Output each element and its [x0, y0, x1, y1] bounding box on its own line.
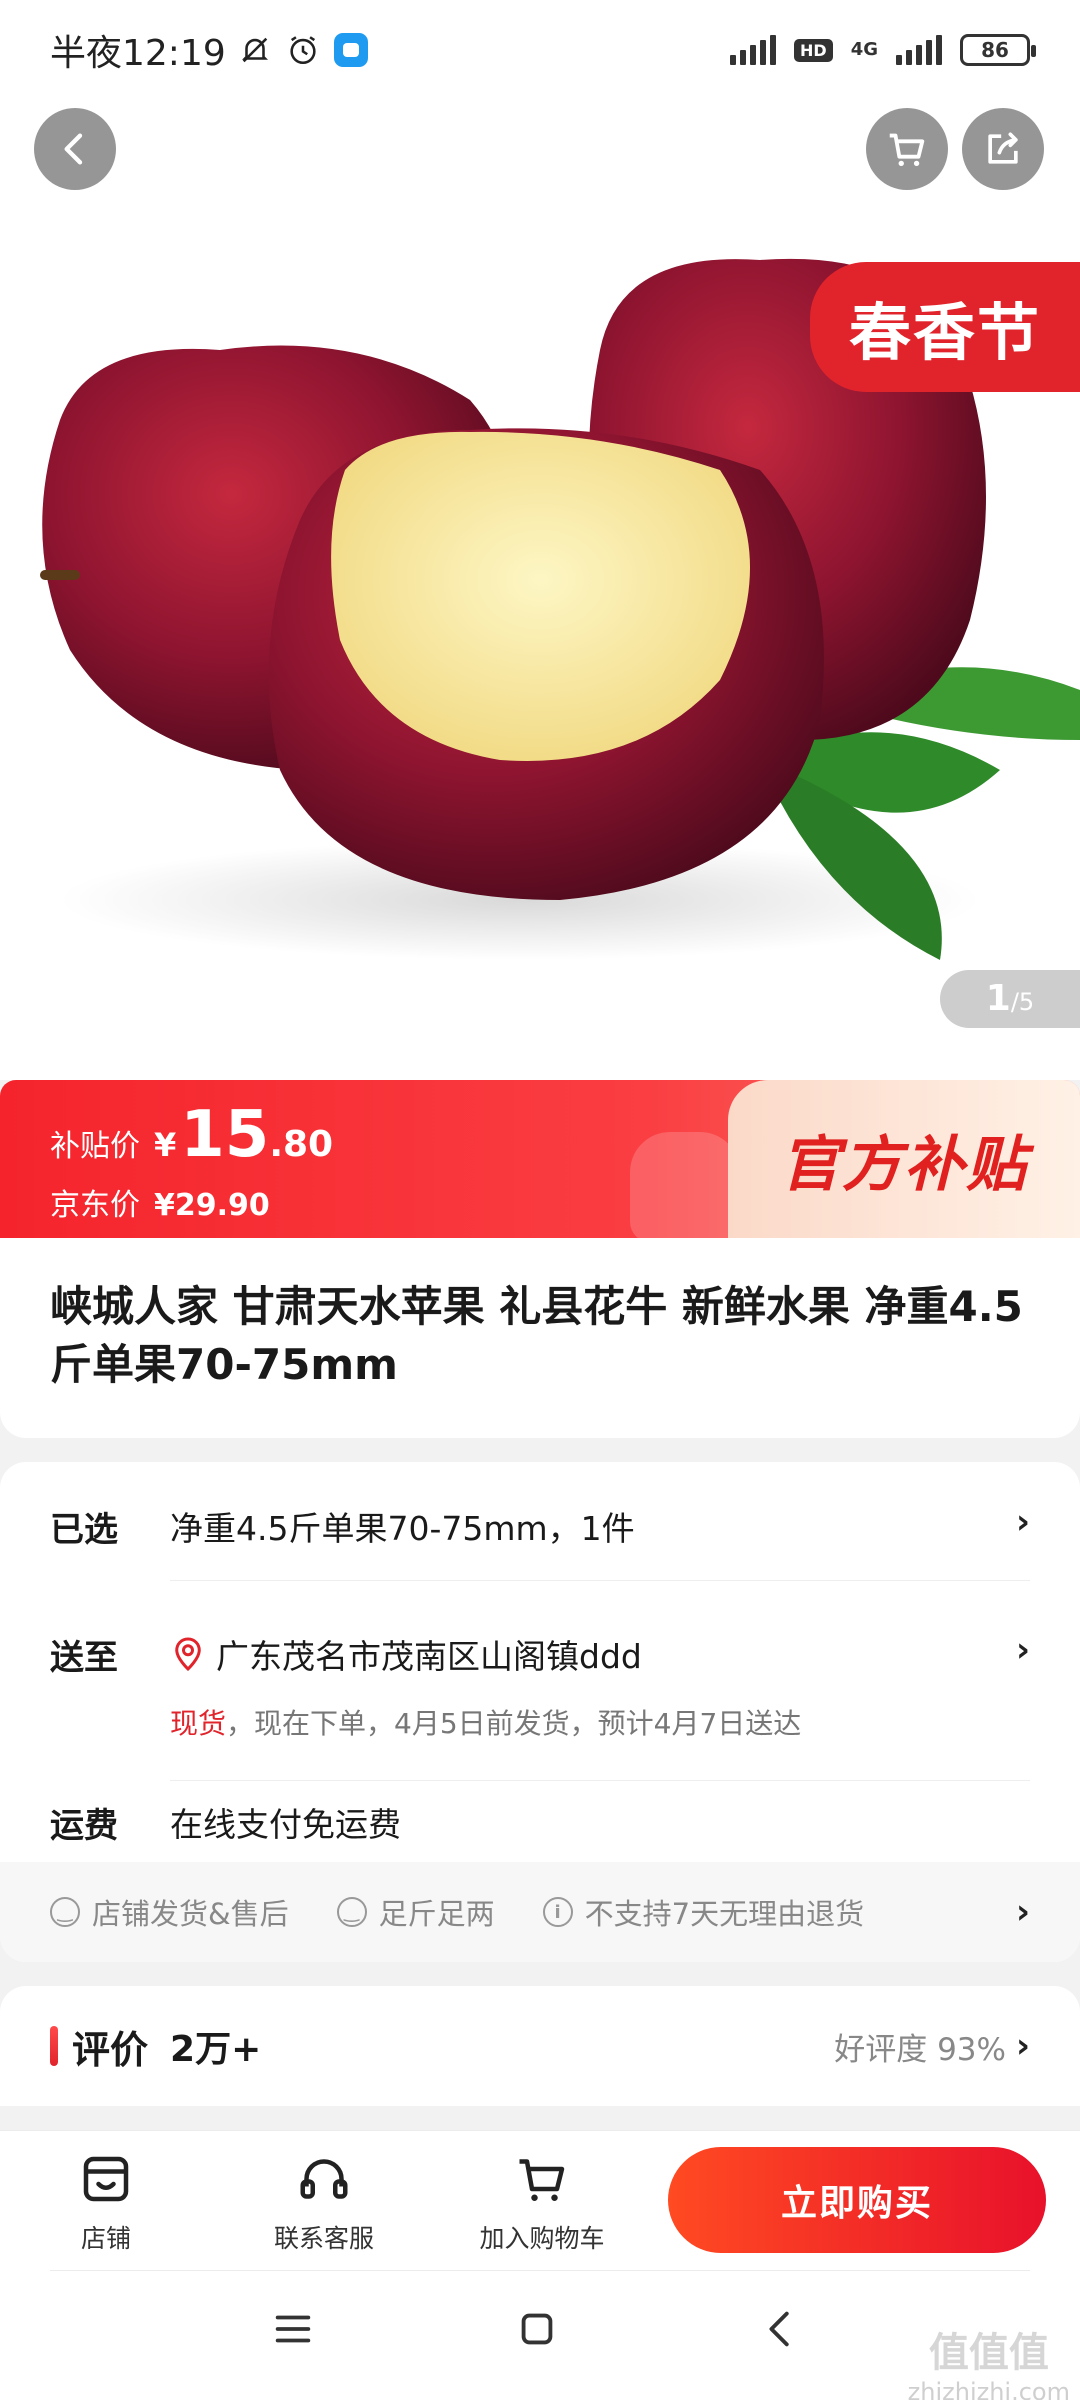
watermark-url: zhizhizhi.com: [907, 2378, 1070, 2400]
review-count: 2万+: [170, 2029, 262, 2070]
location-pin-icon: [175, 1637, 201, 1672]
status-time: 半夜12:19: [50, 33, 226, 74]
review-title: 评价: [72, 2027, 149, 2072]
chevron-right-icon: ›: [1015, 2026, 1030, 2066]
share-button[interactable]: [962, 108, 1044, 190]
cart-icon: [519, 2159, 565, 2201]
cart-button[interactable]: [866, 108, 948, 190]
section-accent-bar: [50, 2026, 58, 2066]
page-current: 1: [985, 978, 1011, 1019]
signal-icon-2: [896, 35, 942, 65]
spec-card: 已选 净重4.5斤单果70-75mm，1件 › 送至 广东茂名市茂南区山阁镇dd…: [0, 1462, 1080, 1962]
back-button[interactable]: [34, 108, 116, 190]
network-type: 4G: [850, 39, 878, 60]
battery-icon: 86: [960, 34, 1036, 66]
watermark: 值值值 zhizhizhi.com: [908, 2320, 1070, 2400]
promo-tag: 春香节: [810, 262, 1080, 392]
official-subsidy-badge: 官方补贴: [728, 1080, 1080, 1238]
cart-icon: [889, 133, 925, 167]
bottom-action-bar: 店铺 联系客服 加入购物车 立即购买: [0, 2130, 1080, 2270]
official-subsidy-text: 官方补贴: [780, 1129, 1028, 1200]
back-triangle-icon[interactable]: [758, 2306, 804, 2352]
store-button[interactable]: 店铺: [36, 2149, 176, 2255]
buy-now-button[interactable]: 立即购买: [668, 2147, 1046, 2253]
hd-badge: HD: [794, 38, 833, 62]
service-guarantees[interactable]: ‿ 店铺发货&售后 ‿ 足斤足两 i 不支持7天无理由退货 ›: [0, 1862, 1080, 1962]
battery-level: 86: [981, 38, 1009, 62]
store-icon: [83, 2156, 129, 2202]
alarm-clock-icon: [290, 36, 316, 65]
shipping-note: 现货，现在下单，4月5日前发货，预计4月7日送达: [170, 1702, 801, 1742]
product-title-card: 峡城人家 甘肃天水苹果 礼县花牛 新鲜水果 净重4.5斤单果70-75mm: [0, 1238, 1080, 1438]
currency-symbol: ¥: [154, 1126, 177, 1164]
mute-bell-icon: [241, 37, 268, 63]
watermark-cn: 值值值: [928, 2330, 1049, 2376]
money-bag-icon: [630, 1132, 740, 1238]
share-icon: [988, 132, 1018, 164]
customer-service-label: 联系客服: [273, 2224, 374, 2253]
subsidy-price-dec: .80: [269, 1124, 334, 1165]
subsidy-price-label: 补贴价: [50, 1129, 140, 1164]
shipping-estimate: ，现在下单，4月5日前发货，预计4月7日送达: [226, 1707, 802, 1740]
signal-icon: [730, 35, 777, 65]
service-item: i 不支持7天无理由退货: [542, 1891, 864, 1933]
selected-row[interactable]: 已选 净重4.5斤单果70-75mm，1件 ›: [50, 1502, 1030, 1551]
customer-service-button[interactable]: 联系客服: [254, 2149, 394, 2255]
menu-icon[interactable]: [270, 2306, 316, 2352]
service-item: ‿ 足斤足两: [336, 1891, 495, 1933]
smile-icon: ‿: [50, 1897, 80, 1927]
ship-to-row[interactable]: 送至 广东茂名市茂南区山阁镇ddd ›: [50, 1630, 1030, 1679]
stock-status: 现货: [170, 1707, 227, 1740]
freight-value: 在线支付免运费: [170, 1805, 401, 1844]
review-section[interactable]: 评价 2万+ 好评度 93% ›: [0, 1986, 1080, 2106]
store-label: 店铺: [80, 2224, 131, 2253]
jd-price-label: 京东价: [50, 1188, 140, 1223]
add-to-cart-label: 加入购物车: [479, 2224, 605, 2253]
info-icon: i: [542, 1897, 573, 1927]
app-notification-icon: [333, 33, 368, 67]
subsidy-price-int: 15: [180, 1098, 270, 1172]
add-to-cart-button[interactable]: 加入购物车: [472, 2149, 612, 2255]
product-title: 峡城人家 甘肃天水苹果 礼县花牛 新鲜水果 净重4.5斤单果70-75mm: [50, 1282, 1023, 1389]
address-text: 广东茂名市茂南区山阁镇ddd: [216, 1637, 642, 1676]
chevron-right-icon: ›: [1015, 1502, 1030, 1542]
selected-value: 净重4.5斤单果70-75mm，1件: [170, 1509, 635, 1548]
positive-rate: 好评度 93%: [834, 2031, 1006, 2068]
chevron-left-icon: [64, 133, 83, 165]
smile-icon: ‿: [336, 1897, 367, 1927]
page-total: /5: [1010, 988, 1035, 1016]
chevron-right-icon: ›: [1015, 1630, 1030, 1670]
ship-to-label: 送至: [50, 1638, 118, 1678]
price-banner: 补贴价 ¥ 15 .80 京东价 ¥29.90 官方补贴: [0, 1080, 1080, 1238]
selected-label: 已选: [50, 1510, 118, 1550]
chevron-right-icon: ›: [1015, 1892, 1030, 1932]
home-square-icon[interactable]: [514, 2306, 560, 2352]
jd-price: ¥29.90: [154, 1188, 270, 1223]
image-page-indicator: 1 /5: [940, 970, 1080, 1028]
service-item: ‿ 店铺发货&售后: [50, 1891, 289, 1933]
status-bar: 半夜12:19 HD 4G 86: [0, 0, 1080, 100]
headset-icon: [300, 2159, 348, 2199]
freight-row: 运费 在线支付免运费: [50, 1798, 1030, 1847]
freight-label: 运费: [50, 1806, 118, 1846]
